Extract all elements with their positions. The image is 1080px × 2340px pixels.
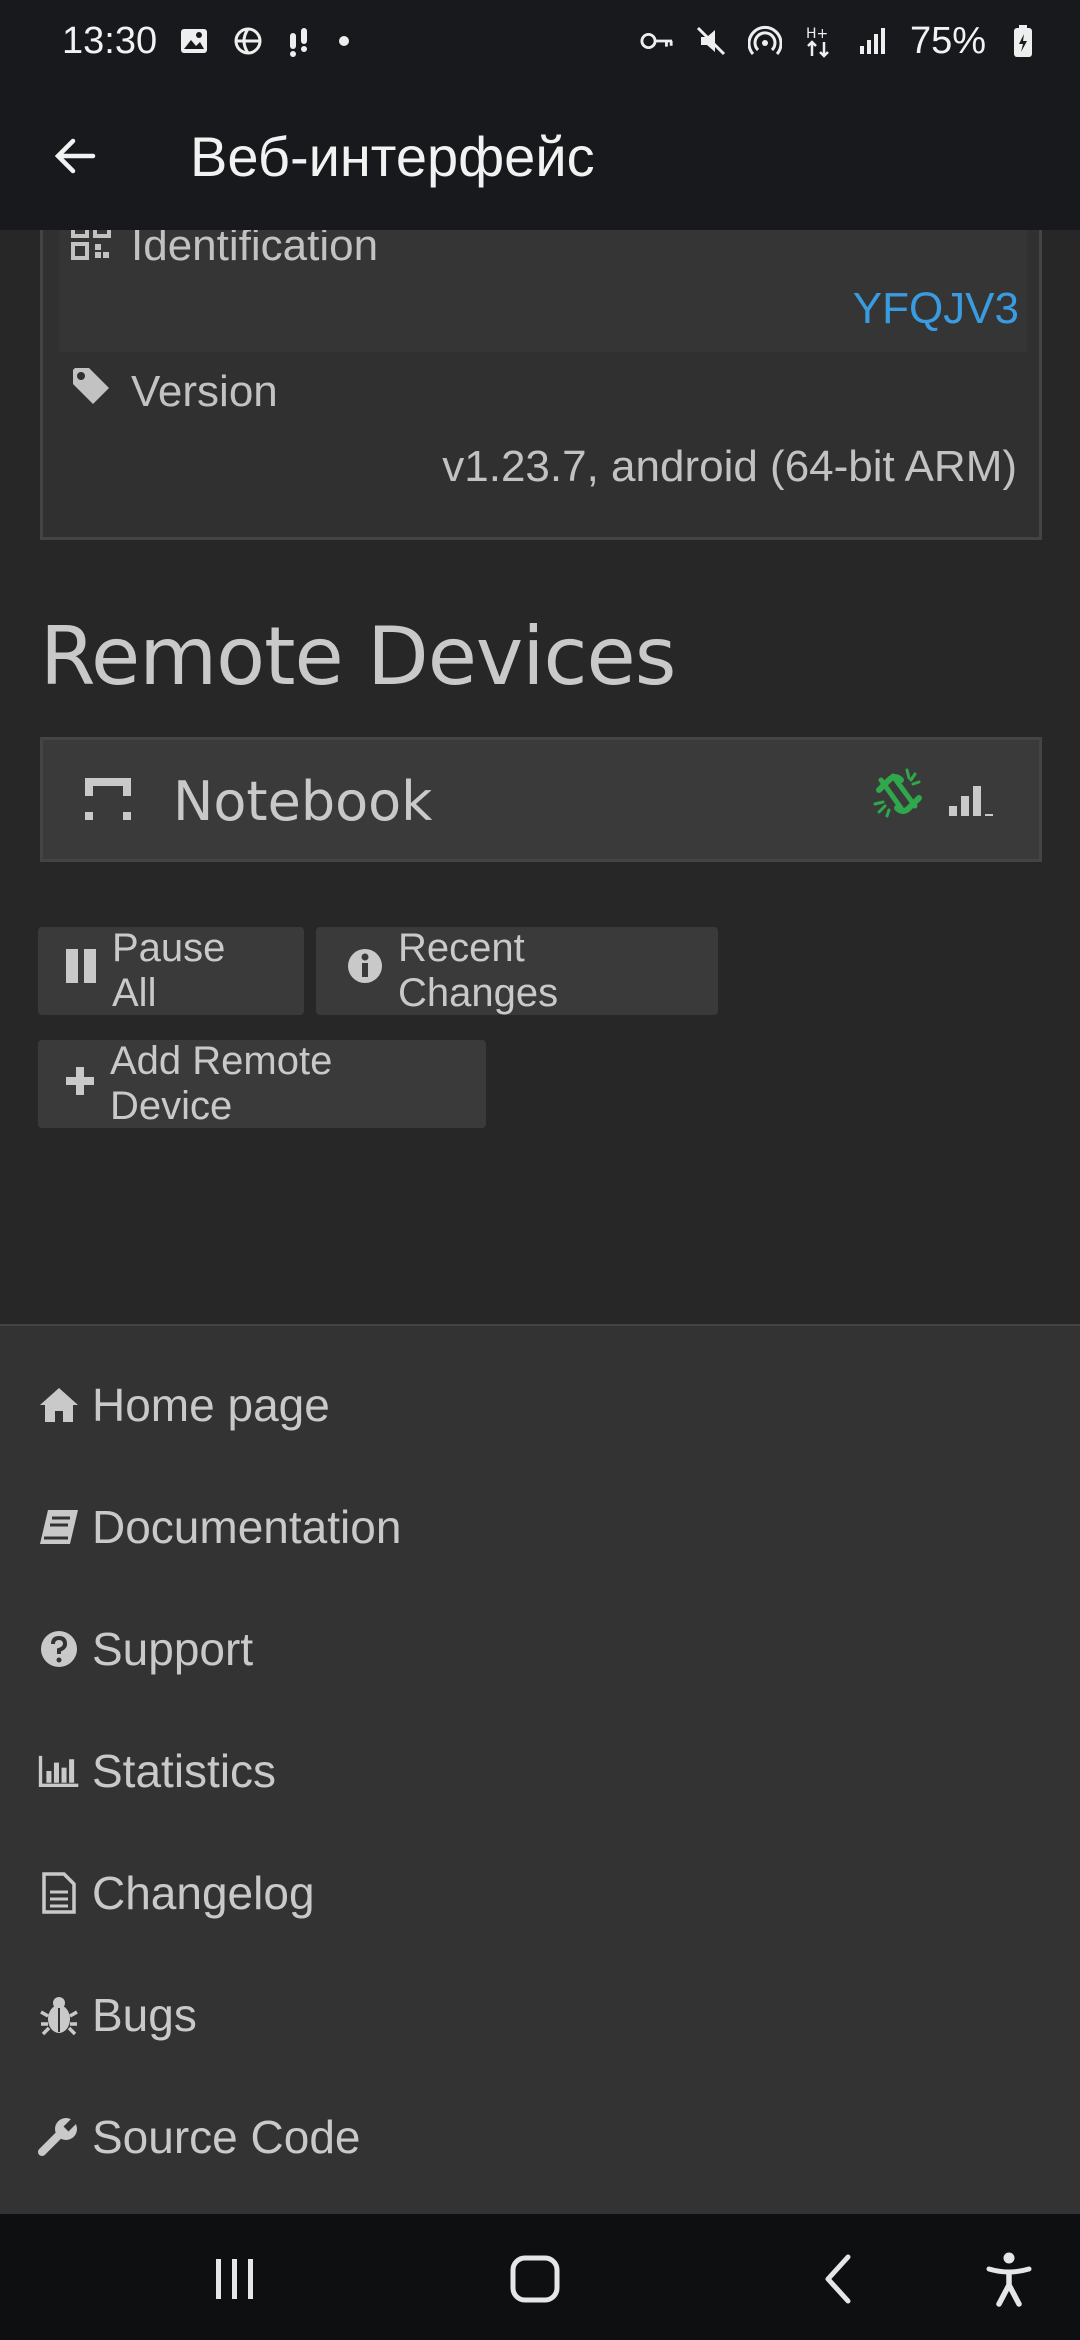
footer-link-label: Statistics — [92, 1745, 277, 1797]
version-label: Version — [131, 366, 278, 416]
system-nav-bar — [0, 2214, 1080, 2340]
identification-value[interactable]: YFQJV3 — [853, 284, 1019, 334]
status-bar-left: 13:30 — [62, 19, 350, 63]
qr-code-icon — [71, 230, 111, 271]
identification-label-wrap: Identification — [71, 230, 378, 271]
footer-link-support[interactable]: Support — [38, 1622, 253, 1676]
pause-all-label: Pause All — [112, 926, 226, 1015]
app-bar: Веб-интерфейс — [0, 82, 1080, 230]
system-back-button[interactable] — [803, 2244, 873, 2314]
footer-link-label: Bugs — [92, 1989, 197, 2041]
plus-icon — [64, 1062, 96, 1107]
battery-icon — [1006, 24, 1040, 58]
tag-icon — [71, 366, 111, 417]
hotspot-icon — [747, 24, 782, 58]
arrow-left-icon — [54, 138, 96, 174]
device-name: Notebook — [173, 770, 433, 833]
add-remote-device-label: Add Remote Device — [110, 1039, 333, 1128]
remote-device-notebook[interactable]: Notebook — [40, 737, 1042, 862]
svg-text:H+: H+ — [806, 26, 828, 42]
identification-row[interactable]: Identification YFQJV3 — [59, 230, 1027, 352]
footer-link-label: Source Code — [92, 2111, 361, 2163]
clock: 13:30 — [62, 19, 158, 62]
add-remote-device-button[interactable]: Add Remote Device — [38, 1039, 486, 1128]
book-icon — [38, 1506, 80, 1548]
main-content[interactable]: Identification YFQJV3 Version v1.23.7, a… — [0, 230, 1080, 1324]
home-square-icon — [510, 2255, 560, 2303]
status-bar-right: H+ 75% — [640, 20, 1040, 63]
footer-link-bugs[interactable]: Bugs — [38, 1988, 197, 2042]
footer-link-source-code[interactable]: Source Code — [38, 2110, 361, 2164]
footer-links: Home page Documentation Support Statisti… — [0, 1324, 1080, 2214]
chevron-left-icon — [825, 2254, 851, 2304]
wrench-icon — [38, 2116, 80, 2158]
vpn-globe-icon — [231, 24, 265, 58]
pause-icon — [64, 947, 98, 995]
footer-link-documentation[interactable]: Documentation — [38, 1500, 401, 1554]
footer-link-label: Changelog — [92, 1867, 315, 1919]
pause-all-button[interactable]: Pause All — [38, 926, 304, 1015]
footer-link-statistics[interactable]: Statistics — [38, 1744, 276, 1798]
recents-icon — [216, 2259, 253, 2299]
bar-chart-icon — [38, 1750, 80, 1792]
footer-link-changelog[interactable]: Changelog — [38, 1866, 315, 1920]
data-icon: H+ — [802, 24, 836, 58]
recent-changes-button[interactable]: Recent Changes — [316, 926, 718, 1015]
remote-devices-title: Remote Devices — [40, 610, 676, 703]
app-title: Веб-интерфейс — [190, 124, 595, 188]
recent-changes-label: Recent Changes — [398, 926, 559, 1015]
status-bar: 13:30 H+ 75% — [0, 0, 1080, 82]
more-notifications-dot — [339, 36, 350, 46]
identification-label: Identification — [131, 230, 379, 270]
footer-link-label: Support — [92, 1623, 254, 1675]
home-icon — [38, 1384, 80, 1426]
version-label-wrap: Version — [71, 366, 278, 417]
recent-apps-button[interactable] — [200, 2244, 270, 2314]
connection-quality-icon — [947, 776, 995, 820]
question-circle-icon — [38, 1628, 80, 1670]
footer-link-home[interactable]: Home page — [38, 1378, 330, 1432]
accessibility-icon — [986, 2252, 1032, 2307]
device-icon — [83, 774, 133, 824]
key-icon — [640, 24, 674, 58]
battery-percent: 75% — [909, 19, 986, 62]
back-button[interactable] — [0, 82, 150, 230]
this-device-panel: Identification YFQJV3 Version v1.23.7, a… — [40, 230, 1042, 540]
bug-icon — [38, 1994, 80, 2036]
footer-link-label: Home page — [92, 1379, 330, 1431]
version-value: v1.23.7, android (64-bit ARM) — [442, 442, 1017, 491]
accessibility-button[interactable] — [974, 2244, 1044, 2314]
notification-icon — [285, 24, 319, 58]
home-button[interactable] — [500, 2244, 570, 2314]
info-circle-icon — [346, 947, 384, 995]
unlinked-icon — [871, 766, 927, 822]
signal-icon — [856, 24, 890, 58]
image-icon — [177, 24, 211, 58]
file-text-icon — [38, 1872, 80, 1914]
footer-link-label: Documentation — [92, 1501, 402, 1553]
mute-icon — [694, 24, 728, 58]
